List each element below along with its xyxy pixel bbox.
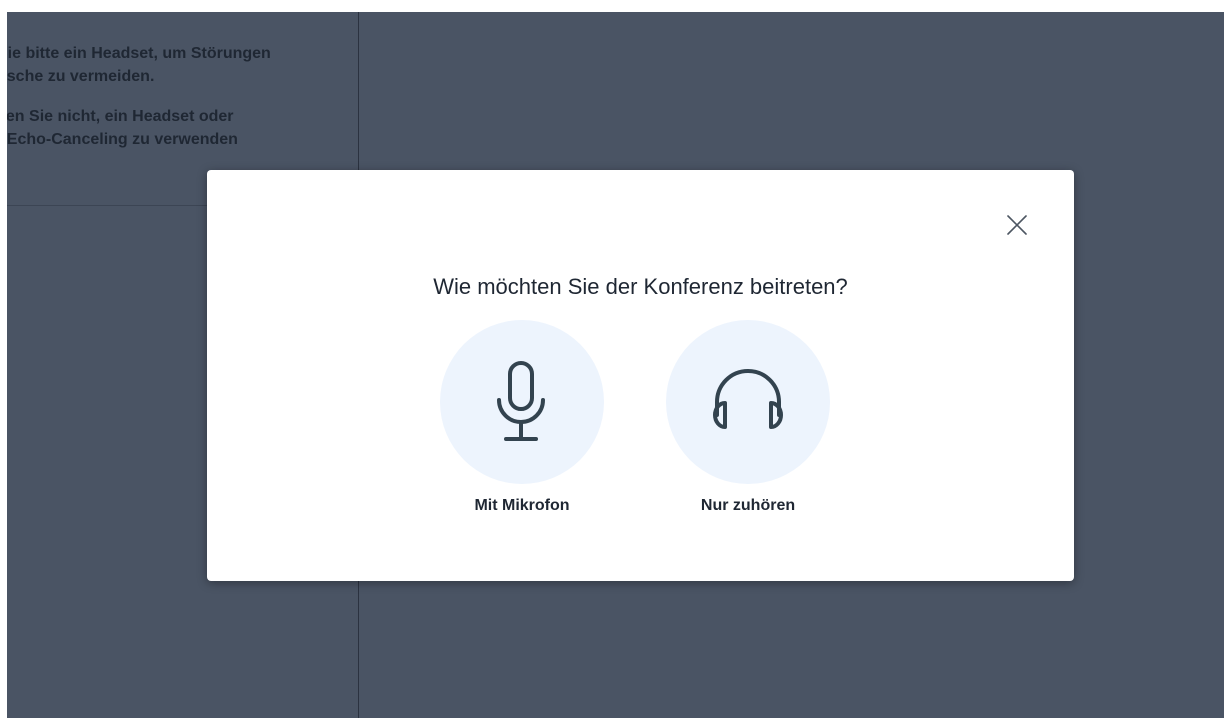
- modal-title: Wie möchten Sie der Konferenz beitreten?: [433, 274, 848, 299]
- option-label: Mit Mikrofon: [474, 497, 570, 514]
- hint-line: sen Sie nicht, ein Headset oder: [7, 108, 234, 125]
- headset-hint-paragraph: Sie bitte ein Headset, um Störungen usch…: [7, 42, 337, 88]
- hint-line: t Echo-Canceling zu verwenden: [7, 131, 238, 148]
- close-button[interactable]: [1002, 210, 1032, 240]
- join-with-microphone-button[interactable]: Mit Mikrofon: [437, 320, 607, 515]
- echo-cancel-hint-paragraph: sen Sie nicht, ein Headset oder t Echo-C…: [7, 105, 337, 151]
- option-circle[interactable]: [666, 320, 830, 484]
- headset-hint: Sie bitte ein Headset, um Störungen usch…: [7, 42, 337, 168]
- option-label: Nur zuhören: [700, 497, 796, 514]
- listen-only-button[interactable]: Nur zuhören: [663, 320, 833, 515]
- hint-line: usche zu vermeiden.: [7, 68, 155, 85]
- option-circle[interactable]: [440, 320, 604, 484]
- join-audio-modal: Wie möchten Sie der Konferenz beitreten?…: [207, 170, 1074, 581]
- hint-line: Sie bitte ein Headset, um Störungen: [7, 45, 271, 62]
- headphones-icon: [713, 369, 783, 429]
- microphone-icon: [497, 361, 545, 441]
- close-icon: [1007, 215, 1027, 235]
